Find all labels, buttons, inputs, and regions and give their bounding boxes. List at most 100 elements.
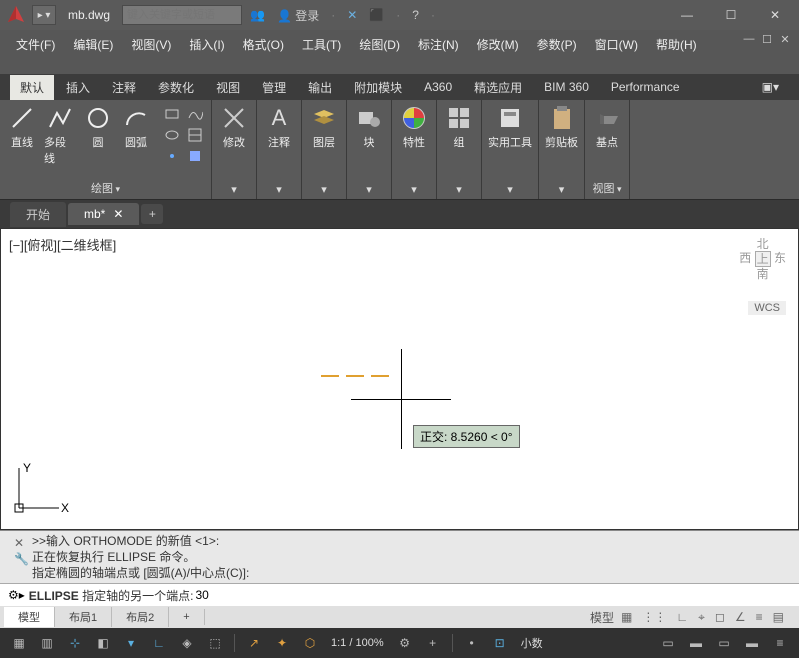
rtab-perf[interactable]: Performance bbox=[601, 76, 690, 98]
config-icon[interactable]: 🔧 bbox=[14, 551, 28, 565]
drawing-canvas[interactable]: [−][俯视][二维线框] 北 西 上 东 南 WCS 正交: 8.5260 <… bbox=[0, 228, 799, 530]
sb-osnap2-icon[interactable]: ✦ bbox=[271, 632, 293, 654]
login-link[interactable]: 👤 登录 bbox=[273, 7, 323, 24]
menu-param[interactable]: 参数(P) bbox=[529, 34, 585, 55]
sb-r4-icon[interactable]: ▬ bbox=[741, 632, 763, 654]
menu-edit[interactable]: 编辑(E) bbox=[65, 34, 121, 55]
tool-group[interactable]: 组 bbox=[443, 104, 475, 150]
otrack-icon[interactable]: ∠ bbox=[732, 610, 749, 624]
panel-title-view[interactable]: 视图 bbox=[591, 179, 623, 197]
lwt-icon[interactable]: ≡ bbox=[753, 610, 766, 624]
sb-plus-icon[interactable]: + bbox=[422, 632, 444, 654]
viewport-controls[interactable]: [−][俯视][二维线框] bbox=[9, 235, 116, 254]
sb-osnap1-icon[interactable]: ↗ bbox=[243, 632, 265, 654]
draw-point-icon[interactable] bbox=[162, 146, 182, 166]
menu-tools[interactable]: 工具(T) bbox=[294, 34, 349, 55]
help-icon[interactable]: ? bbox=[408, 8, 423, 22]
panel-title-draw[interactable]: 绘图 bbox=[6, 179, 205, 197]
tool-clipboard[interactable]: 剪贴板 bbox=[545, 104, 578, 150]
sb-osnap3-icon[interactable]: ⬡ bbox=[299, 632, 321, 654]
close-button[interactable]: ✕ bbox=[755, 1, 795, 29]
draw-rect-icon[interactable] bbox=[162, 104, 182, 124]
tpy-icon[interactable]: ▤ bbox=[770, 610, 787, 624]
tool-base[interactable]: 基点 bbox=[591, 104, 623, 150]
app-icon[interactable]: ⬛ bbox=[365, 8, 388, 22]
tab-close-icon[interactable]: ✕ bbox=[113, 207, 123, 221]
close-history-icon[interactable]: ✕ bbox=[14, 535, 28, 549]
rtab-insert[interactable]: 插入 bbox=[56, 75, 100, 100]
ltab-layout1[interactable]: 布局1 bbox=[55, 607, 112, 627]
menu-window[interactable]: 窗口(W) bbox=[587, 34, 646, 55]
doc-restore[interactable]: ☐ bbox=[759, 32, 775, 46]
tool-properties[interactable]: 特性 bbox=[398, 104, 430, 150]
menu-modify[interactable]: 修改(M) bbox=[469, 34, 527, 55]
tool-arc[interactable]: 圆弧 bbox=[120, 104, 152, 150]
sb-scale[interactable]: 1:1 / 100% bbox=[327, 637, 388, 649]
osnap-icon[interactable]: ◻ bbox=[712, 610, 728, 624]
sb-dot-icon[interactable]: • bbox=[461, 632, 483, 654]
ribbon-options-icon[interactable]: ▣▾ bbox=[752, 76, 789, 98]
tab-file[interactable]: mb*✕ bbox=[68, 203, 139, 225]
menu-dim[interactable]: 标注(N) bbox=[410, 34, 467, 55]
tool-block[interactable]: 块 bbox=[353, 104, 385, 150]
exchange-icon[interactable]: ✕ bbox=[343, 8, 361, 22]
rtab-featured[interactable]: 精选应用 bbox=[464, 75, 532, 100]
doc-minimize[interactable]: — bbox=[741, 32, 757, 46]
sb-dynamic-icon[interactable]: ▾ bbox=[120, 632, 142, 654]
tool-line[interactable]: 直线 bbox=[6, 104, 38, 150]
rtab-manage[interactable]: 管理 bbox=[252, 75, 296, 100]
menu-format[interactable]: 格式(O) bbox=[235, 34, 292, 55]
command-input[interactable] bbox=[193, 586, 791, 604]
viewcube[interactable]: 北 西 上 东 南 bbox=[739, 237, 786, 281]
sb-3d-icon[interactable]: ⬚ bbox=[204, 632, 226, 654]
command-line[interactable]: ⚙▸ ELLIPSE 指定轴的另一个端点: bbox=[0, 583, 799, 606]
rtab-default[interactable]: 默认 bbox=[10, 75, 54, 100]
tool-modify[interactable]: 修改 bbox=[218, 104, 250, 150]
rtab-param[interactable]: 参数化 bbox=[148, 75, 204, 100]
ltab-model[interactable]: 模型 bbox=[4, 607, 55, 627]
rtab-bim360[interactable]: BIM 360 bbox=[534, 76, 599, 98]
sb-r2-icon[interactable]: ▬ bbox=[685, 632, 707, 654]
sb-menu-icon[interactable]: ≡ bbox=[769, 632, 791, 654]
doc-close[interactable]: ✕ bbox=[777, 32, 793, 46]
sb-units[interactable]: 小数 bbox=[517, 635, 547, 651]
tool-polyline[interactable]: 多段线 bbox=[44, 104, 76, 166]
sb-grid-icon[interactable]: ▥ bbox=[36, 632, 58, 654]
sb-gear-icon[interactable]: ⚙ bbox=[394, 632, 416, 654]
polar-icon[interactable]: ⌖ bbox=[695, 610, 708, 625]
tab-start[interactable]: 开始 bbox=[10, 202, 66, 227]
sb-modelspace-icon[interactable]: ▦ bbox=[8, 632, 30, 654]
tool-circle[interactable]: 圆 bbox=[82, 104, 114, 150]
minimize-button[interactable]: — bbox=[667, 1, 707, 29]
sb-iso-icon[interactable]: ◈ bbox=[176, 632, 198, 654]
sb-r1-icon[interactable]: ▭ bbox=[657, 632, 679, 654]
sb-infer-icon[interactable]: ◧ bbox=[92, 632, 114, 654]
tab-add-button[interactable]: + bbox=[141, 204, 163, 224]
menu-insert[interactable]: 插入(I) bbox=[181, 34, 232, 55]
search-input[interactable] bbox=[122, 5, 242, 25]
tool-text[interactable]: A注释 bbox=[263, 104, 295, 150]
lt-model-btn[interactable]: 模型 bbox=[590, 609, 614, 626]
rtab-view[interactable]: 视图 bbox=[206, 75, 250, 100]
maximize-button[interactable]: ☐ bbox=[711, 1, 751, 29]
sb-quick-icon[interactable]: ⊡ bbox=[489, 632, 511, 654]
infocenter-icon[interactable]: 👥 bbox=[246, 8, 269, 22]
snap-icon[interactable]: ∟ bbox=[673, 610, 691, 624]
tool-layer[interactable]: 图层 bbox=[308, 104, 340, 150]
tool-util[interactable]: 实用工具 bbox=[488, 104, 532, 150]
rtab-a360[interactable]: A360 bbox=[414, 76, 462, 98]
menu-draw[interactable]: 绘图(D) bbox=[351, 34, 408, 55]
sb-snap-icon[interactable]: ⊹ bbox=[64, 632, 86, 654]
ltab-add[interactable]: + bbox=[169, 609, 204, 625]
menu-view[interactable]: 视图(V) bbox=[123, 34, 179, 55]
wcs-label[interactable]: WCS bbox=[748, 301, 786, 315]
draw-hatch-icon[interactable] bbox=[185, 125, 205, 145]
grid-icon[interactable]: ▦ bbox=[618, 610, 635, 624]
sb-ortho-icon[interactable]: ∟ bbox=[148, 632, 170, 654]
draw-region-icon[interactable] bbox=[185, 146, 205, 166]
app-logo[interactable] bbox=[4, 3, 28, 27]
ltab-layout2[interactable]: 布局2 bbox=[112, 607, 169, 627]
draw-ellipse-icon[interactable] bbox=[162, 125, 182, 145]
menu-help[interactable]: 帮助(H) bbox=[648, 34, 705, 55]
rtab-addon[interactable]: 附加模块 bbox=[344, 75, 412, 100]
